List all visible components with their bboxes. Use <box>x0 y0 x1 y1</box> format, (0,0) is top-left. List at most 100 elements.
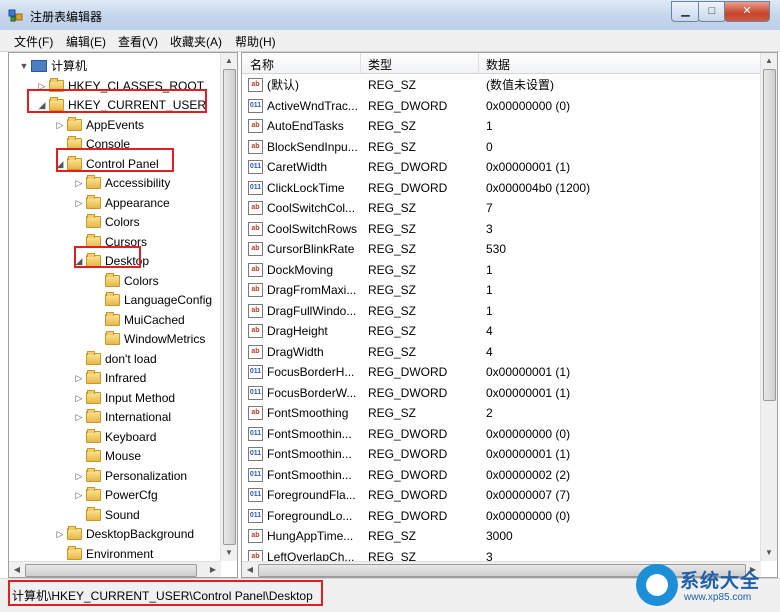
value-row[interactable]: 011 FontSmoothin... REG_DWORD 0x00000002 (2… <box>242 465 761 486</box>
expand-arrow-icon[interactable]: ▷ <box>74 389 84 408</box>
expand-arrow-icon[interactable]: ▼ <box>19 57 29 76</box>
menu-help[interactable]: 帮助(H) <box>235 33 276 50</box>
expand-arrow-icon[interactable]: ▷ <box>74 369 84 388</box>
expand-arrow-icon[interactable]: ▷ <box>74 408 84 427</box>
value-row[interactable]: ab HungAppTime... REG_SZ 3000 <box>242 526 761 547</box>
value-row[interactable]: ab DragWidth REG_SZ 4 <box>242 342 761 363</box>
value-row[interactable]: ab DragFullWindo... REG_SZ 1 <box>242 301 761 322</box>
tree-item[interactable]: Console <box>55 135 130 154</box>
tree-item[interactable]: Cursors <box>74 233 147 252</box>
expand-arrow-icon[interactable]: ▷ <box>74 174 84 193</box>
value-type: REG_DWORD <box>368 447 448 461</box>
scroll-down-icon[interactable]: ▼ <box>761 545 777 561</box>
scroll-down-icon[interactable]: ▼ <box>221 545 237 561</box>
scroll-left-icon[interactable]: ◀ <box>9 562 25 577</box>
value-row[interactable]: ab CoolSwitchRows REG_SZ 3 <box>242 219 761 240</box>
tree-item[interactable]: Colors <box>93 272 159 291</box>
tree-hscroll-thumb[interactable] <box>25 564 197 577</box>
list-vertical-scrollbar[interactable]: ▲ ▼ <box>760 53 777 561</box>
folder-icon <box>105 292 120 306</box>
key-tree-pane[interactable]: ▼ 计算机 ▷ HKEY_CLASSES_ROOT ◢ HKEY_CURRENT_USER… <box>8 52 238 578</box>
tree-item[interactable]: ◢ Desktop <box>74 252 149 271</box>
expand-arrow-icon[interactable]: ◢ <box>37 96 47 115</box>
scroll-right-icon[interactable]: ▶ <box>205 562 221 577</box>
tree-item[interactable]: ▷ HKEY_CLASSES_ROOT <box>37 77 204 96</box>
tree-item[interactable]: Colors <box>74 213 140 232</box>
tree-item[interactable]: ▷ Accessibility <box>74 174 170 193</box>
value-row[interactable]: 011 FontSmoothin... REG_DWORD 0x00000001 (1… <box>242 444 761 465</box>
folder-icon <box>86 506 101 521</box>
value-row[interactable]: 011 FontSmoothin... REG_DWORD 0x00000000 (0… <box>242 424 761 445</box>
maximize-button[interactable]: □ <box>698 1 726 22</box>
value-row[interactable]: 011 ClickLockTime REG_DWORD 0x000004b0 (120… <box>242 178 761 199</box>
scroll-left-icon[interactable]: ◀ <box>242 562 258 577</box>
tree-item[interactable]: don't load <box>74 350 157 369</box>
tree-item[interactable]: LanguageConfig <box>93 291 212 310</box>
tree-item[interactable]: ▼ 计算机 <box>19 57 87 76</box>
value-row[interactable]: 011 FocusBorderW... REG_DWORD 0x00000001 (1… <box>242 383 761 404</box>
list-scroll-thumb[interactable] <box>763 69 776 401</box>
value-row[interactable]: ab CoolSwitchCol... REG_SZ 7 <box>242 198 761 219</box>
expand-arrow-icon[interactable]: ▷ <box>74 467 84 486</box>
scroll-up-icon[interactable]: ▲ <box>761 53 777 69</box>
minimize-button[interactable]: ▁ <box>671 1 700 22</box>
tree-item[interactable]: ▷ Appearance <box>74 194 170 213</box>
value-row[interactable]: ab CursorBlinkRate REG_SZ 530 <box>242 239 761 260</box>
tree-item[interactable]: Sound <box>74 506 140 525</box>
tree-item[interactable]: ◢ HKEY_CURRENT_USER <box>37 96 206 115</box>
value-row[interactable]: ab DragHeight REG_SZ 4 <box>242 321 761 342</box>
value-row[interactable]: 011 ForegroundFla... REG_DWORD 0x00000007 (… <box>242 485 761 506</box>
tree-item[interactable]: ▷ AppEvents <box>55 116 144 135</box>
tree-item[interactable]: Mouse <box>74 447 141 466</box>
tree-item[interactable]: ▷ Input Method <box>74 389 175 408</box>
value-row[interactable]: ab AutoEndTasks REG_SZ 1 <box>242 116 761 137</box>
tree-item[interactable]: ◢ Control Panel <box>55 155 159 174</box>
tree-item[interactable]: ▷ International <box>74 408 171 427</box>
tree-scroll-thumb[interactable] <box>223 69 236 545</box>
expand-arrow-icon[interactable]: ◢ <box>55 155 65 174</box>
tree-vertical-scrollbar[interactable]: ▲ ▼ <box>220 53 237 561</box>
column-header-name[interactable]: 名称 <box>250 56 274 73</box>
tree-item-label: MuiCached <box>124 312 185 327</box>
expand-arrow-icon[interactable]: ▷ <box>74 486 84 505</box>
tree-horizontal-scrollbar[interactable]: ◀ ▶ <box>9 561 221 577</box>
tree-item[interactable]: ▷ DesktopBackground <box>55 525 194 544</box>
dword-value-icon: 011 <box>248 365 263 379</box>
tree-item[interactable]: ▷ Personalization <box>74 467 187 486</box>
value-row[interactable]: 011 ActiveWndTrac... REG_DWORD 0x00000000 (… <box>242 96 761 117</box>
column-header-type[interactable]: 类型 <box>368 56 392 73</box>
folder-icon <box>105 311 120 326</box>
value-row[interactable]: ab (默认) REG_SZ (数值未设置) <box>242 75 761 96</box>
value-data: 0x00000001 (1) <box>486 365 571 379</box>
folder-icon <box>86 253 101 267</box>
dword-value-icon: 011 <box>248 467 263 482</box>
value-row[interactable]: 011 CaretWidth REG_DWORD 0x00000001 (1) <box>242 157 761 178</box>
column-header-data[interactable]: 数据 <box>486 56 510 73</box>
tree-item[interactable]: MuiCached <box>93 311 185 330</box>
expand-arrow-icon[interactable]: ▷ <box>37 77 47 96</box>
tree-item[interactable]: ▷ PowerCfg <box>74 486 158 505</box>
close-button[interactable]: ✕ <box>724 1 770 22</box>
expand-arrow-icon[interactable]: ▷ <box>74 194 84 213</box>
expand-arrow-icon[interactable]: ◢ <box>74 252 84 271</box>
value-name: FocusBorderW... <box>267 385 357 400</box>
window-title: 注册表编辑器 <box>30 10 103 24</box>
menu-view[interactable]: 查看(V) <box>118 33 158 50</box>
folder-icon <box>86 370 101 384</box>
scroll-up-icon[interactable]: ▲ <box>221 53 237 69</box>
menu-file[interactable]: 文件(F) <box>14 33 53 50</box>
values-list-pane[interactable]: 名称 类型 数据 ab (默认) REG_SZ (数值未设置) 011 ActiveWnd… <box>241 52 778 578</box>
menu-favorites[interactable]: 收藏夹(A) <box>170 33 222 50</box>
value-row[interactable]: 011 FocusBorderH... REG_DWORD 0x00000001 (1… <box>242 362 761 383</box>
expand-arrow-icon[interactable]: ▷ <box>55 525 65 544</box>
value-row[interactable]: ab DragFromMaxi... REG_SZ 1 <box>242 280 761 301</box>
value-row[interactable]: ab BlockSendInpu... REG_SZ 0 <box>242 137 761 158</box>
value-row[interactable]: 011 ForegroundLo... REG_DWORD 0x00000000 (0… <box>242 506 761 527</box>
tree-item[interactable]: ▷ Infrared <box>74 369 146 388</box>
tree-item[interactable]: Keyboard <box>74 428 156 447</box>
tree-item[interactable]: WindowMetrics <box>93 330 205 349</box>
value-row[interactable]: ab FontSmoothing REG_SZ 2 <box>242 403 761 424</box>
value-row[interactable]: ab DockMoving REG_SZ 1 <box>242 260 761 281</box>
menu-edit[interactable]: 编辑(E) <box>66 33 106 50</box>
expand-arrow-icon[interactable]: ▷ <box>55 116 65 135</box>
